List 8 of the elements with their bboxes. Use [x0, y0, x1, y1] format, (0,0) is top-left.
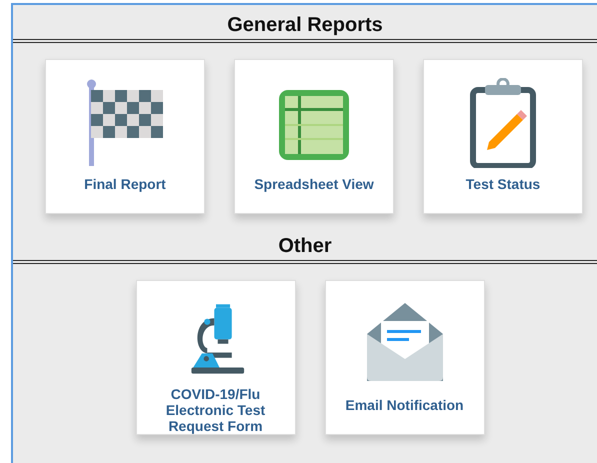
section-heading: Other [278, 235, 332, 258]
report-tile[interactable]: Spreadsheet View [234, 59, 394, 214]
report-tile[interactable]: Email Notification [324, 280, 484, 435]
section-heading: General Reports [227, 14, 383, 37]
report-tile[interactable]: Test Status [423, 59, 583, 214]
report-tile[interactable]: Final Report [45, 59, 205, 214]
report-tile[interactable]: COVID-19/Flu Electronic Test Request Form [136, 280, 296, 435]
checkered-flag-icon [85, 78, 165, 168]
